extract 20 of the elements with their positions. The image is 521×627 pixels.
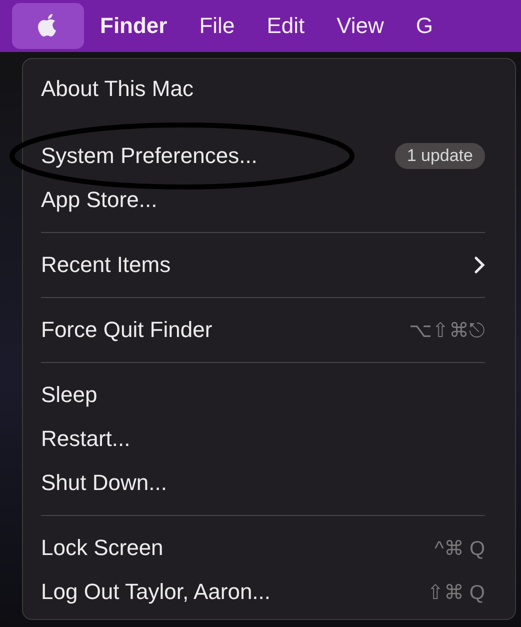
menu-item[interactable]: About This Mac: [23, 67, 515, 111]
apple-menu-button[interactable]: [12, 3, 84, 49]
menu-bar-item[interactable]: Finder: [84, 3, 184, 49]
menu-item[interactable]: Log Out Taylor, Aaron... ⇧⌘ Q: [23, 570, 515, 614]
keyboard-shortcut: ⇧⌘ Q: [426, 580, 485, 604]
menu-bar-item[interactable]: View: [320, 3, 400, 49]
menu-item[interactable]: Lock Screen ^⌘ Q: [23, 526, 515, 570]
menu-item[interactable]: Sleep: [23, 373, 515, 417]
keyboard-shortcut: ⌥⇧⌘⎋: [409, 318, 485, 342]
keyboard-shortcut: ^⌘ Q: [434, 536, 485, 560]
menu-item[interactable]: Restart...: [23, 417, 515, 461]
menu-item[interactable]: Shut Down...: [23, 461, 515, 505]
menu-item[interactable]: Force Quit Finder ⌥⇧⌘⎋: [23, 308, 515, 352]
menu-item[interactable]: Recent Items: [23, 243, 515, 287]
menu-bar-item[interactable]: File: [183, 3, 251, 49]
menu-bar-item[interactable]: Edit: [250, 3, 321, 49]
menu-item[interactable]: App Store...: [23, 178, 515, 222]
menu-bar-item[interactable]: G: [400, 3, 450, 49]
menu-item[interactable]: System Preferences... 1 update: [23, 134, 515, 178]
update-badge: 1 update: [394, 143, 485, 169]
